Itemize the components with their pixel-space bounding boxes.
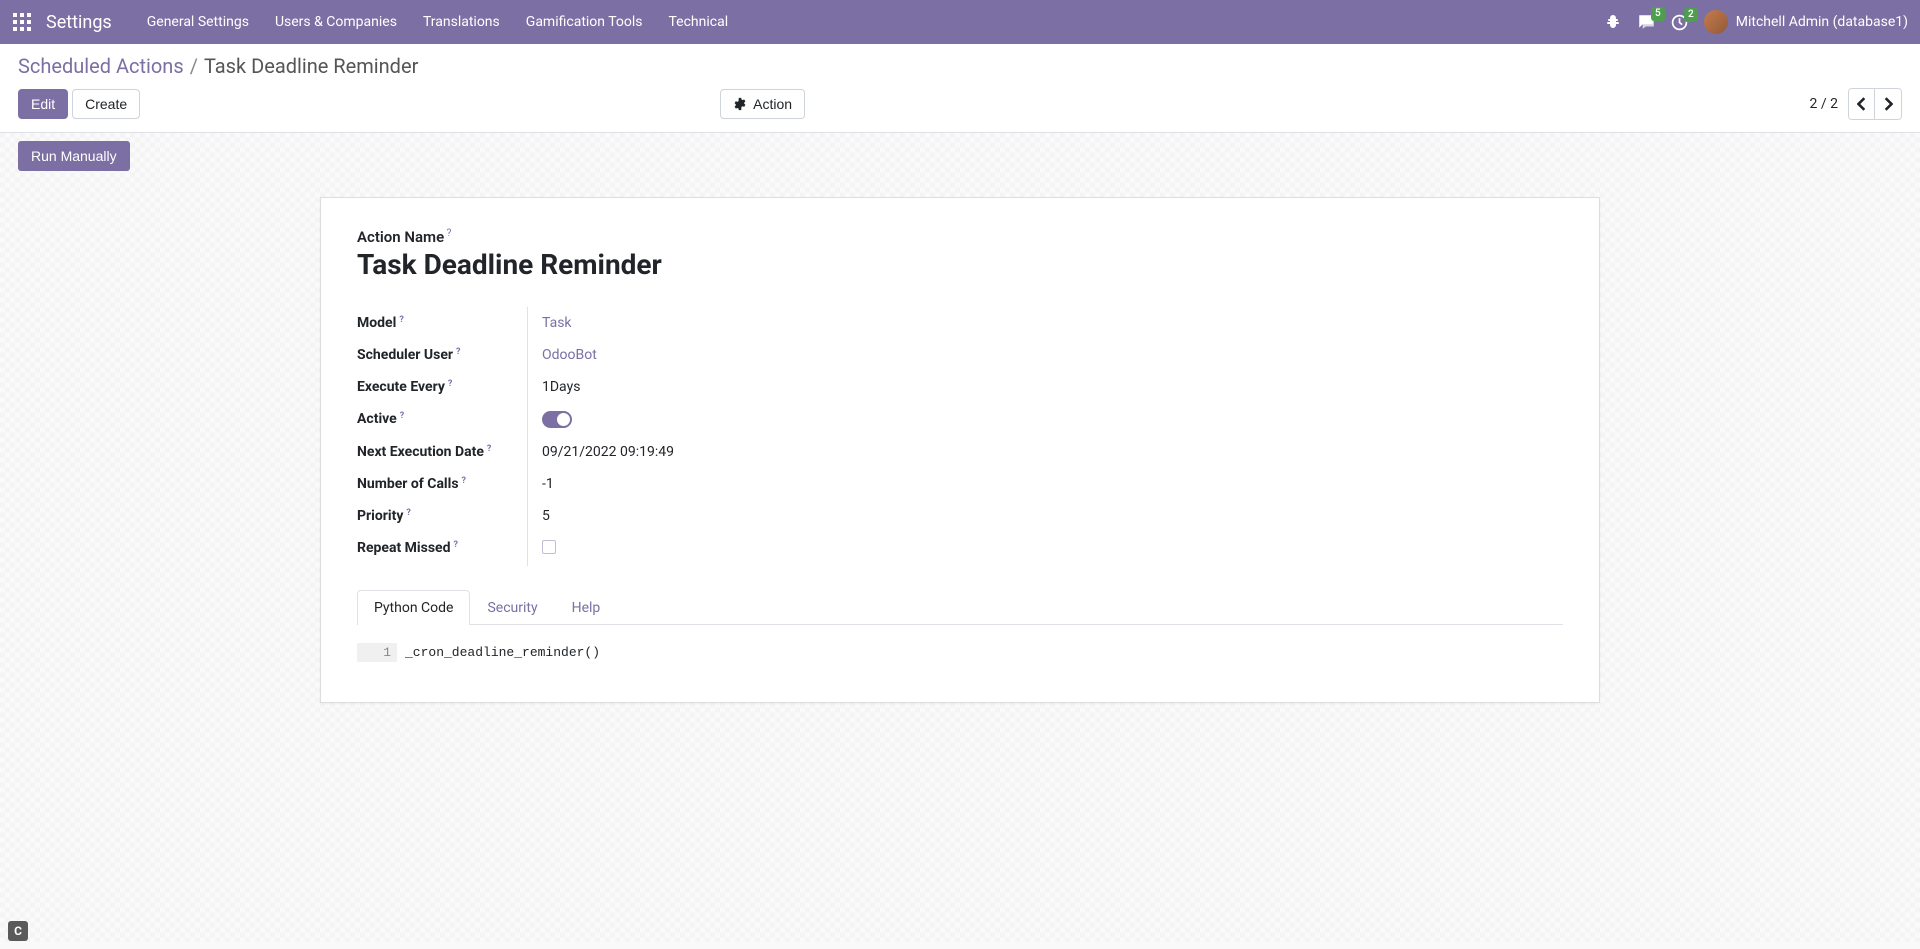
code-line-number: 1 <box>357 643 397 662</box>
breadcrumb-parent[interactable]: Scheduled Actions <box>18 54 184 78</box>
value-execute-every: 1Days <box>527 371 1563 403</box>
action-dropdown-button[interactable]: Action <box>720 89 805 119</box>
navbar-right: 5 2 Mitchell Admin (database1) <box>1605 10 1908 34</box>
breadcrumb: Scheduled Actions/Task Deadline Reminder <box>18 54 1902 78</box>
value-scheduler-user: OdooBot <box>527 339 1563 371</box>
label-model: Model? <box>357 307 527 339</box>
model-link[interactable]: Task <box>542 315 572 331</box>
pager: 2 / 2 <box>1810 88 1902 120</box>
activities-icon[interactable]: 2 <box>1671 14 1688 31</box>
menu-gamification-tools[interactable]: Gamification Tools <box>513 0 656 44</box>
tab-help[interactable]: Help <box>555 590 618 625</box>
tab-security[interactable]: Security <box>470 590 554 625</box>
run-manually-button[interactable]: Run Manually <box>18 141 130 171</box>
breadcrumb-current: Task Deadline Reminder <box>204 54 418 78</box>
value-model: Task <box>527 307 1563 339</box>
apps-icon[interactable] <box>12 12 32 32</box>
value-next-execution: 09/21/2022 09:19:49 <box>527 436 1563 468</box>
label-number-of-calls: Number of Calls? <box>357 468 527 500</box>
activities-badge: 2 <box>1684 8 1698 22</box>
breadcrumb-separator: / <box>190 54 198 78</box>
menu-general-settings[interactable]: General Settings <box>134 0 262 44</box>
content-area[interactable]: Run Manually Action Name Task Deadline R… <box>0 133 1920 942</box>
action-button-label: Action <box>753 96 792 112</box>
debug-icon[interactable] <box>1605 14 1621 30</box>
python-code-editor: 1 _cron_deadline_reminder() <box>357 643 1563 662</box>
label-execute-every: Execute Every? <box>357 371 527 403</box>
action-name-value: Task Deadline Reminder <box>357 248 1563 281</box>
pager-next-button[interactable] <box>1875 89 1901 119</box>
pager-prev-button[interactable] <box>1849 89 1875 119</box>
pager-text: 2 / 2 <box>1810 96 1838 112</box>
app-name[interactable]: Settings <box>46 12 112 33</box>
create-button[interactable]: Create <box>72 89 140 119</box>
label-priority: Priority? <box>357 500 527 532</box>
form-sheet: Action Name Task Deadline Reminder Model… <box>320 197 1600 703</box>
active-toggle[interactable] <box>542 411 572 428</box>
control-buttons-row: Edit Create Action 2 / 2 <box>18 88 1902 120</box>
corner-badge-icon[interactable]: C <box>8 921 28 941</box>
top-menu: General Settings Users & Companies Trans… <box>134 0 741 44</box>
control-panel: Scheduled Actions/Task Deadline Reminder… <box>0 44 1920 133</box>
label-scheduler-user: Scheduler User? <box>357 339 527 371</box>
label-active: Active? <box>357 403 527 436</box>
action-name-label: Action Name <box>357 228 1563 246</box>
value-number-of-calls: -1 <box>527 468 1563 500</box>
user-avatar-icon <box>1704 10 1728 34</box>
user-menu[interactable]: Mitchell Admin (database1) <box>1704 10 1908 34</box>
edit-button[interactable]: Edit <box>18 89 68 119</box>
main-navbar: Settings General Settings Users & Compan… <box>0 0 1920 44</box>
code-line-content: _cron_deadline_reminder() <box>397 643 608 662</box>
scheduler-user-link[interactable]: OdooBot <box>542 347 597 363</box>
tab-python-code[interactable]: Python Code <box>357 590 470 625</box>
label-repeat-missed: Repeat Missed? <box>357 532 527 566</box>
value-repeat-missed <box>527 532 1563 566</box>
repeat-missed-checkbox[interactable] <box>542 540 556 554</box>
menu-translations[interactable]: Translations <box>410 0 513 44</box>
messages-icon[interactable]: 5 <box>1637 13 1655 31</box>
value-active <box>527 403 1563 436</box>
value-priority: 5 <box>527 500 1563 532</box>
status-bar: Run Manually <box>0 133 1920 179</box>
gear-icon <box>733 97 747 111</box>
menu-technical[interactable]: Technical <box>656 0 742 44</box>
menu-users-companies[interactable]: Users & Companies <box>262 0 410 44</box>
label-next-execution: Next Execution Date? <box>357 436 527 468</box>
notebook-tabs: Python Code Security Help <box>357 590 1563 625</box>
user-name: Mitchell Admin (database1) <box>1736 14 1908 30</box>
messages-badge: 5 <box>1651 7 1665 21</box>
form-fields: Model? Task Scheduler User? OdooBot Exec… <box>357 307 1563 566</box>
